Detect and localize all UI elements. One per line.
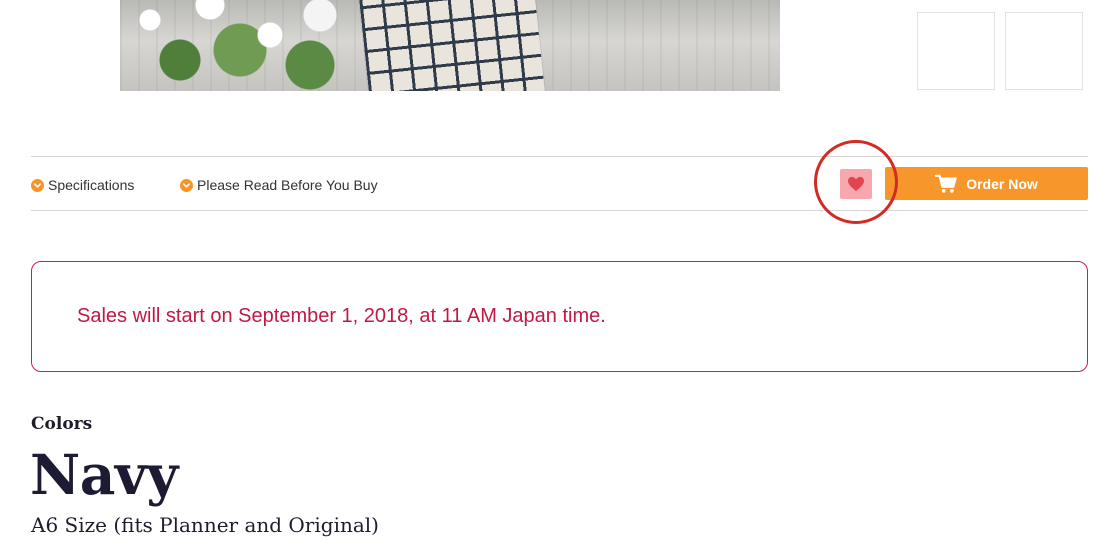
tab-label: Specifications [48,177,135,193]
chevron-down-icon [31,178,44,192]
sales-notice-text: Sales will start on September 1, 2018, a… [77,305,606,327]
colors-heading: Colors [31,414,93,434]
product-tab-bar: Specifications Please Read Before You Bu… [31,156,1088,211]
tab-label: Please Read Before You Buy [197,177,378,193]
tab-specifications[interactable]: Specifications [31,176,134,194]
favorite-button[interactable] [840,169,872,199]
product-size-text: A6 Size (fits Planner and Original) [31,513,379,537]
hero-checkered-cloth [359,0,546,91]
cart-icon [935,174,957,193]
product-hero-image [120,0,780,91]
heart-icon [848,176,864,192]
selected-color-name: Navy [30,442,178,507]
hero-flowers [120,0,360,91]
product-thumbnail-2[interactable] [1005,12,1083,90]
sales-notice-box: Sales will start on September 1, 2018, a… [31,261,1088,372]
order-now-button[interactable]: Order Now [885,167,1088,200]
chevron-down-icon [180,178,193,192]
tab-please-read-before-you-buy[interactable]: Please Read Before You Buy [180,176,378,194]
product-thumbnail-1[interactable] [917,12,995,90]
order-now-label: Order Now [966,175,1038,192]
